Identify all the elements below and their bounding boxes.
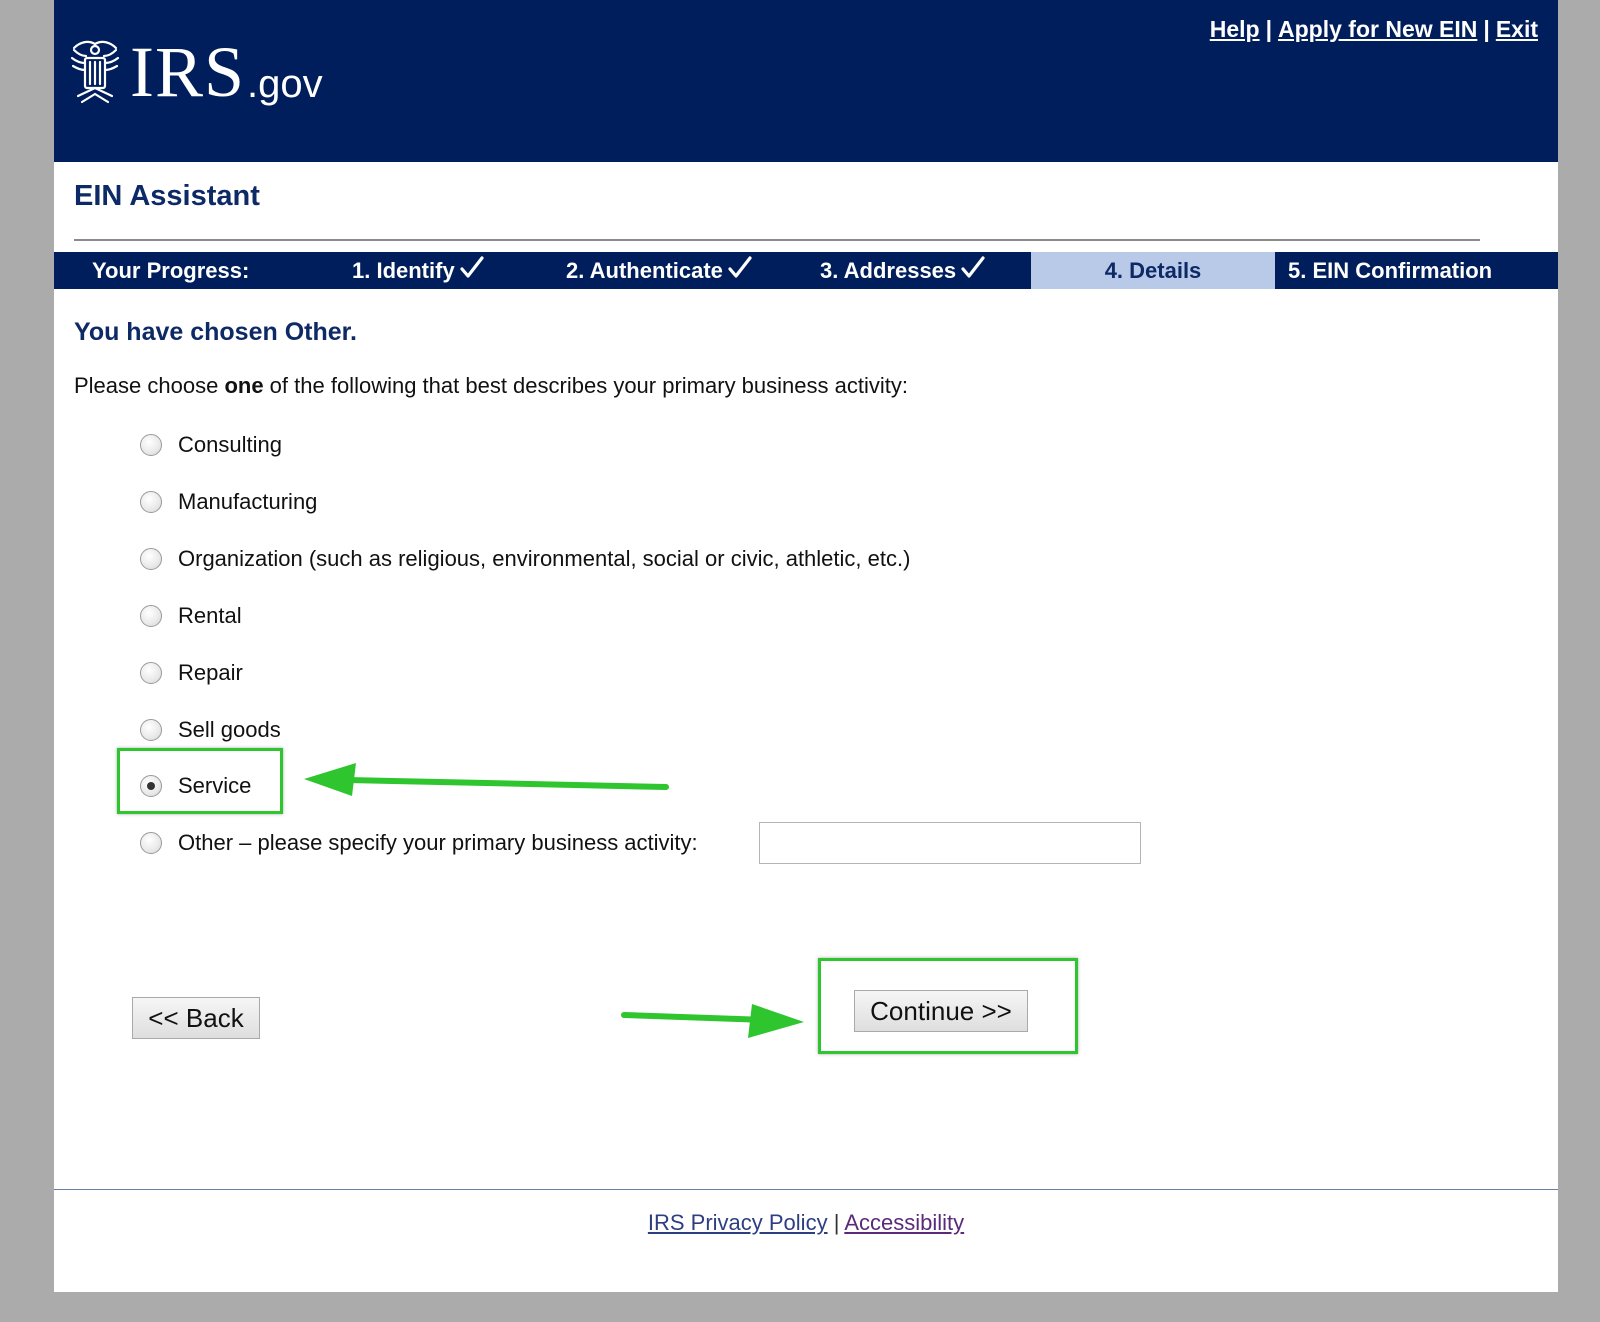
arrow-left-icon bbox=[304, 763, 669, 796]
link-separator: | bbox=[1483, 16, 1490, 42]
option-label: Organization (such as religious, environ… bbox=[178, 546, 911, 571]
step-label: 1. Identify bbox=[352, 258, 455, 283]
continue-button[interactable]: Continue >> bbox=[854, 990, 1028, 1032]
progress-step-identify: 1. Identify bbox=[352, 252, 485, 289]
privacy-policy-link[interactable]: IRS Privacy Policy bbox=[648, 1210, 828, 1235]
option-manufacturing[interactable]: Manufacturing bbox=[140, 485, 317, 519]
radio-repair[interactable] bbox=[140, 662, 162, 684]
irs-eagle-icon bbox=[70, 40, 120, 104]
footer: IRS Privacy Policy | Accessibility bbox=[54, 1210, 1558, 1236]
checkmark-icon bbox=[961, 256, 985, 278]
option-label: Sell goods bbox=[178, 717, 281, 742]
progress-step-details-current: 4. Details bbox=[1031, 252, 1275, 289]
accessibility-link[interactable]: Accessibility bbox=[844, 1210, 964, 1235]
option-other[interactable]: Other – please specify your primary busi… bbox=[140, 826, 698, 860]
other-activity-input[interactable] bbox=[759, 822, 1141, 864]
instruction-pre: Please choose bbox=[74, 373, 225, 398]
checkmark-icon bbox=[728, 256, 752, 278]
option-organization[interactable]: Organization (such as religious, environ… bbox=[140, 542, 910, 576]
apply-new-ein-link[interactable]: Apply for New EIN bbox=[1278, 16, 1477, 42]
progress-step-addresses: 3. Addresses bbox=[820, 252, 986, 289]
exit-link[interactable]: Exit bbox=[1496, 16, 1538, 42]
option-consulting[interactable]: Consulting bbox=[140, 428, 282, 462]
step-label: 2. Authenticate bbox=[566, 258, 723, 283]
page: IRS .gov Help | Apply for New EIN | Exit EIN… bbox=[54, 0, 1558, 1292]
checkmark-icon bbox=[460, 256, 484, 278]
option-label: Rental bbox=[178, 603, 242, 628]
progress-bar: Your Progress: 1. Identify 2. Authentica… bbox=[54, 252, 1558, 289]
option-label: Consulting bbox=[178, 432, 282, 457]
progress-label: Your Progress: bbox=[92, 258, 250, 283]
progress-step-authenticate: 2. Authenticate bbox=[566, 252, 753, 289]
logo-irs-text: IRS bbox=[130, 32, 246, 112]
site-header: IRS .gov Help | Apply for New EIN | Exit bbox=[54, 0, 1558, 162]
radio-other[interactable] bbox=[140, 832, 162, 854]
radio-consulting[interactable] bbox=[140, 434, 162, 456]
page-heading: You have chosen Other. bbox=[74, 318, 357, 346]
logo-gov-text: .gov bbox=[247, 62, 323, 106]
irs-logo[interactable]: IRS .gov bbox=[68, 28, 323, 108]
arrow-right-icon bbox=[621, 1004, 804, 1038]
radio-organization[interactable] bbox=[140, 548, 162, 570]
option-sell-goods[interactable]: Sell goods bbox=[140, 713, 281, 747]
footer-separator: | bbox=[833, 1210, 840, 1235]
progress-step-ein-confirmation: 5. EIN Confirmation bbox=[1288, 258, 1493, 283]
help-link[interactable]: Help bbox=[1210, 16, 1260, 42]
option-label: Manufacturing bbox=[178, 489, 318, 514]
radio-sell-goods[interactable] bbox=[140, 719, 162, 741]
instruction-text: Please choose one of the following that … bbox=[74, 373, 908, 399]
highlight-box-service bbox=[117, 748, 283, 814]
step-label: 3. Addresses bbox=[820, 258, 957, 283]
app-title: EIN Assistant bbox=[74, 180, 260, 212]
option-label: Repair bbox=[178, 660, 243, 685]
back-button[interactable]: << Back bbox=[132, 997, 260, 1039]
option-rental[interactable]: Rental bbox=[140, 599, 242, 633]
radio-rental[interactable] bbox=[140, 605, 162, 627]
link-separator: | bbox=[1265, 16, 1273, 42]
footer-divider bbox=[54, 1189, 1558, 1190]
top-links: Help | Apply for New EIN | Exit bbox=[1210, 16, 1538, 43]
option-repair[interactable]: Repair bbox=[140, 656, 243, 690]
instruction-bold: one bbox=[224, 373, 264, 398]
radio-manufacturing[interactable] bbox=[140, 491, 162, 513]
title-divider bbox=[74, 239, 1480, 241]
instruction-post: of the following that best describes you… bbox=[263, 373, 908, 398]
option-label: Other – please specify your primary busi… bbox=[178, 830, 698, 855]
